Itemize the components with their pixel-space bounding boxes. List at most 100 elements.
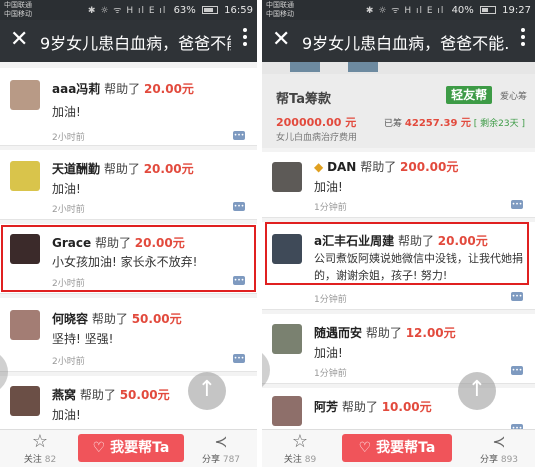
fund-target: 200000.00 元 bbox=[276, 116, 357, 129]
post-time: 1分钟前 bbox=[314, 295, 347, 305]
list-item: 天道酬勤 帮助了 20.00元 加油! 2小时前 ••• bbox=[0, 150, 257, 220]
title-bar: ✕ 9岁女儿患白血病，爸爸不能… bbox=[0, 20, 257, 62]
helped-label: 帮助了 bbox=[103, 162, 140, 176]
donor-name[interactable]: 阿芳 bbox=[314, 400, 338, 414]
donor-line: 阿芳 帮助了 10.00元 bbox=[314, 398, 432, 415]
avatar[interactable] bbox=[272, 324, 302, 354]
back-to-top-icon[interactable]: ↑ bbox=[188, 372, 226, 410]
star-icon: ☆ bbox=[291, 431, 309, 452]
list-item: ◆ DAN 帮助了 200.00元 加油! 1分钟前 ••• bbox=[262, 152, 535, 218]
share-icon: ≺ bbox=[214, 432, 228, 451]
title-bar: ✕ 9岁女儿患白血病，爸爸不能… bbox=[262, 20, 535, 62]
follow-button[interactable]: ☆ 关注 82 bbox=[20, 431, 60, 466]
helped-label: 帮助了 bbox=[79, 388, 116, 402]
right-screenshot: 中国联通 中国移动 ✱ ☼ ᯤ H ıl E ıl 40% 19:27 ✕ 9岁… bbox=[262, 0, 535, 467]
photo-strip bbox=[262, 62, 535, 74]
fund-title: 帮Ta筹款 bbox=[276, 92, 331, 107]
share-count: 893 bbox=[500, 455, 519, 465]
list-item: 随遇而安 帮助了 12.00元 加油! 1分钟前 ••• bbox=[262, 314, 535, 384]
helped-label: 帮助了 bbox=[104, 82, 141, 96]
comment-icon[interactable]: ••• bbox=[233, 131, 245, 140]
donor-name[interactable]: DAN bbox=[327, 160, 356, 174]
status-right: ✱ ☼ ᯤ H ıl E ıl 40% 19:27 bbox=[366, 3, 531, 16]
help-button-label: 我要帮Ta bbox=[110, 440, 170, 456]
donor-name[interactable]: 燕窝 bbox=[52, 388, 76, 402]
list-item: 何晓容 帮助了 50.00元 坚持! 坚强! 2小时前 ••• bbox=[0, 298, 257, 372]
status-bar: 中国联通 中国移动 ✱ ☼ ᯤ H ıl E ıl 63% 16:59 bbox=[0, 0, 257, 20]
help-button[interactable]: ♡ 我要帮Ta bbox=[342, 434, 452, 462]
donation-amount: 20.00元 bbox=[143, 82, 194, 96]
fundraising-panel: 帮Ta筹款 轻友帮 爱心筹 200000.00 元 已筹 42257.39 元 … bbox=[262, 62, 535, 148]
donation-amount: 20.00元 bbox=[143, 162, 194, 176]
avatar[interactable] bbox=[272, 396, 302, 426]
raised-value: 42257.39 元 bbox=[404, 118, 471, 129]
donor-line: aaa冯莉 帮助了 20.00元 bbox=[52, 80, 194, 97]
donor-name[interactable]: 何晓容 bbox=[52, 312, 88, 326]
avatar[interactable] bbox=[10, 80, 40, 110]
battery-icon bbox=[201, 6, 218, 14]
post-time: 2小时前 bbox=[52, 357, 85, 367]
comment-icon[interactable]: ••• bbox=[233, 354, 245, 363]
page-title: 9岁女儿患白血病，爸爸不能… bbox=[302, 34, 509, 53]
help-button-label: 我要帮Ta bbox=[376, 440, 436, 456]
donation-amount: 10.00元 bbox=[381, 400, 432, 414]
follow-count: 82 bbox=[44, 455, 57, 465]
share-label: 分享 bbox=[201, 455, 220, 465]
carrier-name-2: 中国移动 bbox=[266, 10, 294, 18]
back-to-top-icon[interactable]: ↑ bbox=[458, 372, 496, 410]
post-time: 2小时前 bbox=[52, 205, 85, 215]
avatar[interactable] bbox=[10, 386, 40, 416]
share-button[interactable]: ≺ 分享 787 bbox=[199, 432, 243, 465]
vip-icon: ◆ bbox=[314, 160, 324, 174]
donor-name[interactable]: 天道酬勤 bbox=[52, 162, 100, 176]
more-icon[interactable] bbox=[521, 28, 525, 48]
brand-name: 轻友帮 bbox=[446, 86, 493, 104]
battery-percent: 40% bbox=[451, 5, 474, 16]
comment-icon[interactable]: ••• bbox=[233, 202, 245, 211]
avatar[interactable] bbox=[272, 162, 302, 192]
heart-icon: ♡ bbox=[92, 440, 106, 456]
share-count: 787 bbox=[222, 455, 241, 465]
close-icon[interactable]: ✕ bbox=[272, 26, 290, 54]
donor-message: 加油! bbox=[314, 346, 343, 360]
battery-percent: 63% bbox=[173, 5, 196, 16]
donor-line: 随遇而安 帮助了 12.00元 bbox=[314, 324, 456, 341]
donor-message: 加油! bbox=[314, 180, 343, 194]
comment-icon[interactable]: ••• bbox=[511, 366, 523, 375]
more-icon[interactable] bbox=[243, 28, 247, 48]
bottom-bar: ☆ 关注 89 ♡ 我要帮Ta ≺ 分享 893 bbox=[262, 429, 535, 467]
carrier-name-1: 中国联通 bbox=[266, 1, 294, 9]
battery-icon bbox=[479, 6, 496, 14]
left-screenshot: 中国联通 中国移动 ✱ ☼ ᯤ H ıl E ıl 63% 16:59 ✕ 9岁… bbox=[0, 0, 257, 467]
comment-icon[interactable]: ••• bbox=[511, 200, 523, 209]
avatar[interactable] bbox=[10, 161, 40, 191]
comment-icon[interactable]: ••• bbox=[511, 292, 523, 301]
bottom-bar: ☆ 关注 82 ♡ 我要帮Ta ≺ 分享 787 bbox=[0, 429, 257, 467]
highlight-box bbox=[1, 225, 256, 292]
carrier-info: 中国联通 中国移动 bbox=[266, 1, 294, 19]
follow-label: 关注 bbox=[283, 455, 302, 465]
help-button[interactable]: ♡ 我要帮Ta bbox=[78, 434, 184, 462]
donation-amount: 12.00元 bbox=[405, 326, 456, 340]
close-icon[interactable]: ✕ bbox=[10, 26, 28, 54]
donation-amount: 200.00元 bbox=[400, 160, 459, 174]
highlight-box bbox=[265, 222, 529, 285]
donor-message: 加油! bbox=[52, 105, 81, 119]
star-icon: ☆ bbox=[31, 431, 49, 452]
donation-amount: 50.00元 bbox=[131, 312, 182, 326]
brand-logo: 轻友帮 爱心筹 bbox=[446, 86, 527, 106]
donation-amount: 50.00元 bbox=[119, 388, 170, 402]
helped-label: 帮助了 bbox=[91, 312, 128, 326]
page-title: 9岁女儿患白血病，爸爸不能… bbox=[40, 34, 231, 53]
days-left: [ 剩余23天 ] bbox=[473, 119, 525, 129]
avatar[interactable] bbox=[10, 310, 40, 340]
brand-sub: 爱心筹 bbox=[499, 91, 527, 102]
clock: 16:59 bbox=[224, 5, 253, 16]
donor-name[interactable]: aaa冯莉 bbox=[52, 82, 100, 96]
follow-button[interactable]: ☆ 关注 89 bbox=[280, 431, 320, 466]
donor-name[interactable]: 随遇而安 bbox=[314, 326, 362, 340]
list-item: aaa冯莉 帮助了 20.00元 加油! 2小时前 ••• bbox=[0, 68, 257, 146]
follow-label: 关注 bbox=[23, 455, 42, 465]
share-button[interactable]: ≺ 分享 893 bbox=[477, 432, 521, 465]
raised-label: 已筹 bbox=[384, 119, 403, 129]
